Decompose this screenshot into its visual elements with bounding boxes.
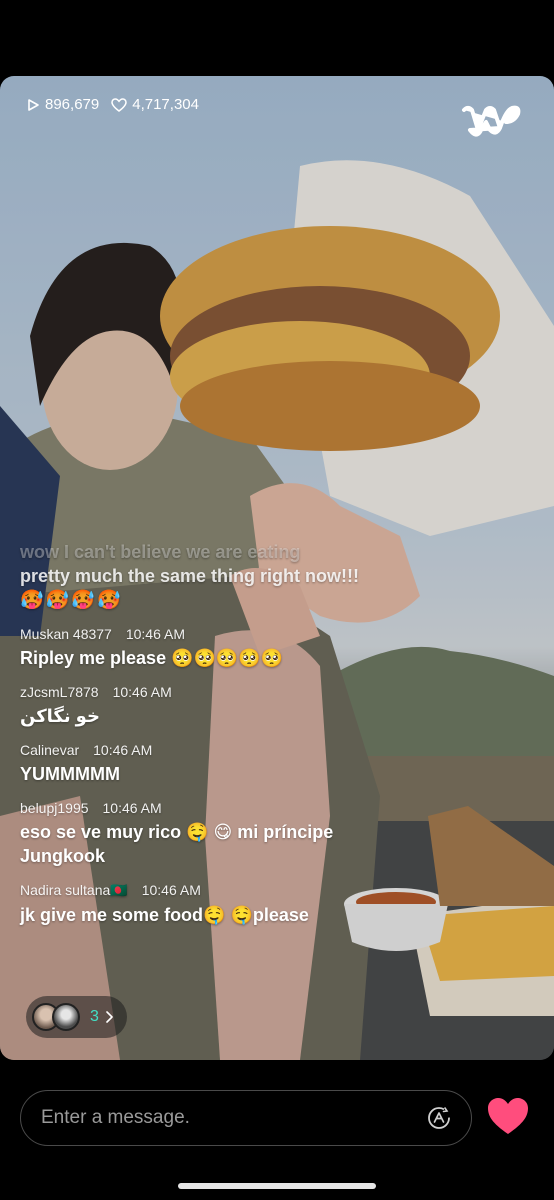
viewers-button[interactable]: 3 bbox=[26, 996, 127, 1038]
like-heart-button[interactable] bbox=[486, 1096, 530, 1136]
chat-username[interactable]: zJcsmL7878 bbox=[20, 684, 99, 700]
chat-username[interactable]: Calinevar bbox=[20, 742, 79, 758]
chat-time: 10:46 AM bbox=[102, 800, 162, 816]
play-count-value: 896,679 bbox=[45, 96, 100, 113]
home-indicator bbox=[178, 1183, 376, 1189]
like-count: 4,717,304 bbox=[111, 96, 199, 113]
chat-text: jk give me some food🤤 🤤please bbox=[20, 905, 309, 925]
chat-username[interactable]: Muskan 48377 bbox=[20, 626, 112, 642]
viewer-avatars bbox=[32, 1003, 80, 1031]
chat-message[interactable]: zJcsmL7878 10:46 AM خو نگاکن bbox=[20, 684, 400, 728]
chat-message[interactable]: Muskan 48377 10:46 AM Ripley me please 🥺🥺… bbox=[20, 626, 400, 670]
video-stats: 896,679 4,717,304 bbox=[26, 96, 199, 113]
chat-time: 10:46 AM bbox=[93, 742, 153, 758]
play-icon bbox=[28, 98, 39, 111]
chat-text: خو نگاکن bbox=[20, 706, 100, 726]
chat-time: 10:46 AM bbox=[125, 626, 185, 642]
avatar bbox=[52, 1003, 80, 1031]
like-count-value: 4,717,304 bbox=[132, 96, 199, 113]
faded-chat-line: wow I can't believe we are eating bbox=[20, 542, 301, 562]
chevron-right-icon bbox=[106, 1011, 113, 1023]
chat-text: Ripley me please 🥺🥺🥺🥺🥺 bbox=[20, 648, 284, 668]
chat-time: 10:46 AM bbox=[112, 684, 172, 700]
chat-line-emoji: 🥵🥵🥵🥵 bbox=[20, 590, 123, 611]
message-input[interactable] bbox=[41, 1107, 425, 1129]
heart-outline-icon bbox=[111, 97, 127, 112]
viewer-count-value: 3 bbox=[90, 1008, 99, 1025]
viewer-count: 3 bbox=[90, 1008, 113, 1026]
chat-text: eso se ve muy rico 🤤 😋 mi príncipe Jungk… bbox=[20, 822, 334, 866]
chat-time: 10:46 AM bbox=[141, 882, 201, 898]
chat-line-continued: pretty much the same thing right now!!! bbox=[20, 566, 360, 586]
weverse-w-logo[interactable] bbox=[460, 100, 522, 142]
chat-text: YUMMMMM bbox=[20, 764, 120, 784]
chat-username[interactable]: belupj1995 bbox=[20, 800, 89, 816]
translate-icon[interactable] bbox=[425, 1104, 453, 1132]
play-count: 896,679 bbox=[26, 96, 99, 113]
chat-username[interactable]: Nadira sultana🇧🇩 bbox=[20, 882, 128, 899]
chat-message[interactable]: belupj1995 10:46 AM eso se ve muy rico 🤤 … bbox=[20, 800, 400, 868]
chat-overlay: wow I can't believe we are eating pretty… bbox=[20, 540, 400, 927]
chat-message[interactable]: Calinevar 10:46 AM YUMMMMM bbox=[20, 742, 400, 786]
message-composer[interactable] bbox=[20, 1090, 472, 1146]
chat-message[interactable]: Nadira sultana🇧🇩 10:46 AM jk give me some… bbox=[20, 882, 400, 927]
